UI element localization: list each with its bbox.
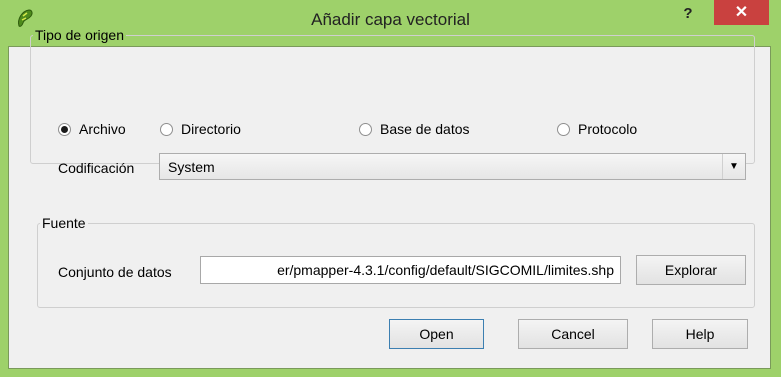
help-button[interactable]: Help <box>652 319 748 349</box>
radio-archivo-label: Archivo <box>79 121 126 137</box>
source-type-legend: Tipo de origen <box>35 27 124 43</box>
open-button[interactable]: Open <box>389 319 484 349</box>
encoding-select[interactable]: System ▼ <box>159 153 746 180</box>
dataset-label: Conjunto de datos <box>58 264 172 280</box>
radio-directorio-label: Directorio <box>181 121 241 137</box>
cancel-button[interactable]: Cancel <box>518 319 628 349</box>
browse-button[interactable]: Explorar <box>636 255 746 285</box>
encoding-label: Codificación <box>58 160 135 176</box>
radio-protocolo-label: Protocolo <box>578 121 638 137</box>
radio-protocolo[interactable]: Protocolo <box>557 121 637 137</box>
close-button[interactable]: ✕ <box>714 0 769 25</box>
radio-dot[interactable] <box>58 122 71 136</box>
source-legend: Fuente <box>42 215 86 231</box>
radio-base-de-datos-label: Base de datos <box>380 121 470 137</box>
radio-directorio[interactable]: Directorio <box>160 121 241 137</box>
source-type-group: Tipo de origen <box>30 27 755 164</box>
radio-dot[interactable] <box>359 122 372 136</box>
encoding-value: System <box>168 159 215 175</box>
dialog-window: Añadir capa vectorial ? ✕ Tipo de origen… <box>0 0 781 377</box>
radio-dot[interactable] <box>557 122 570 136</box>
dataset-path-input[interactable]: er/pmapper-4.3.1/config/default/SIGCOMIL… <box>200 256 621 284</box>
radio-archivo[interactable]: Archivo <box>58 121 126 137</box>
radio-base-de-datos[interactable]: Base de datos <box>359 121 470 137</box>
chevron-down-icon[interactable]: ▼ <box>722 154 745 179</box>
dataset-path-value: er/pmapper-4.3.1/config/default/SIGCOMIL… <box>277 262 614 278</box>
title-help-button[interactable]: ? <box>678 4 698 24</box>
radio-dot[interactable] <box>160 122 173 136</box>
